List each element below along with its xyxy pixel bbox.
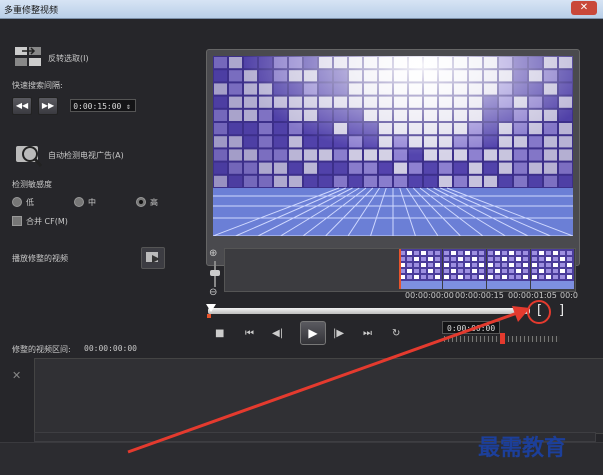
forward-button[interactable]: ▶▶ [38, 97, 58, 115]
play-trimmed-button[interactable] [141, 247, 165, 269]
invert-selection-icon[interactable] [14, 46, 42, 68]
jog-slider-knob[interactable] [500, 333, 505, 344]
current-time-value: 0:00:00:00 [447, 324, 496, 333]
zoom-in-icon[interactable]: ⊕ [209, 248, 217, 259]
watermark: 最需教育 [478, 435, 567, 461]
spinner-icon[interactable]: ⇕ [121, 102, 131, 111]
tick-label: 00:00:01:05 [508, 291, 557, 300]
mark-in-highlight-circle [527, 300, 551, 324]
title-bar: 多重修整视频 ✕ [0, 0, 603, 19]
mark-in-indicator [207, 314, 211, 318]
sensitivity-high-radio[interactable] [136, 197, 146, 207]
trimmed-interval-label: 修整的视频区间: [12, 345, 71, 354]
delete-clip-button[interactable]: ✕ [12, 369, 21, 382]
timeline-strip[interactable] [224, 248, 576, 292]
delete-icon: ✕ [12, 369, 22, 382]
interval-time-field[interactable]: 0:00:15:00 ⇕ [70, 99, 136, 112]
trimmed-interval-value: 00:00:00:00 [84, 344, 137, 353]
window-title: 多重修整视频 [4, 6, 59, 16]
interval-time-value: 0:00:15:00 [73, 102, 122, 111]
detect-ads-icon[interactable] [14, 142, 44, 168]
close-button[interactable]: ✕ [571, 1, 597, 15]
prev-frame-button[interactable]: ◀| [272, 328, 283, 339]
sensitivity-mid-radio[interactable] [74, 197, 84, 207]
scan-interval-label: 快速搜索间隔: [12, 81, 63, 90]
sensitivity-low-label: 低 [26, 198, 34, 207]
play-icon: ▶ [308, 326, 318, 340]
stop-button[interactable]: ■ [215, 328, 224, 339]
sensitivity-mid-label: 中 [88, 198, 96, 207]
tick-label: 00:00:00:00 [405, 291, 454, 300]
end-button[interactable]: ⏭ [363, 328, 372, 339]
sensitivity-high-label: 高 [150, 198, 158, 207]
merge-checkbox[interactable] [12, 216, 22, 226]
video-preview [213, 56, 573, 236]
thumbnail-strip [399, 249, 574, 289]
rewind-button[interactable]: ◀◀ [12, 97, 32, 115]
next-frame-button[interactable]: |▶ [333, 328, 344, 339]
tick-label: 00:0 [560, 291, 578, 300]
invert-selection-label[interactable]: 反转选取(I) [48, 53, 89, 64]
preview-frame [206, 49, 580, 266]
tick-label: 00:00:00:15 [455, 291, 504, 300]
mark-out-button[interactable]: ] [559, 303, 564, 318]
play-trimmed-icon [146, 252, 160, 263]
repeat-button[interactable]: ↻ [392, 328, 400, 339]
play-button[interactable]: ▶ [300, 321, 326, 345]
home-button[interactable]: ⏮ [245, 328, 254, 339]
merge-label: 合并 CF(M) [26, 217, 68, 226]
detect-ads-label[interactable]: 自动检测电视广告(A) [48, 150, 124, 161]
scrubber-handle[interactable] [206, 304, 216, 312]
trimmed-clips-panel[interactable] [34, 358, 603, 434]
zoom-slider-knob[interactable] [210, 270, 220, 276]
current-time-field[interactable]: 0:00:00:00 [442, 321, 500, 334]
trim-window: 多重修整视频 ✕ 反转选取(I) 快速搜索间隔: ◀◀ ▶▶ 0:00:15:0… [0, 0, 603, 475]
sensitivity-label: 检测敏感度 [12, 180, 52, 189]
play-trimmed-label: 播放修整的视频 [12, 254, 68, 263]
scrubber-track[interactable] [208, 308, 530, 314]
zoom-out-icon[interactable]: ⊖ [209, 287, 217, 298]
sensitivity-low-radio[interactable] [12, 197, 22, 207]
